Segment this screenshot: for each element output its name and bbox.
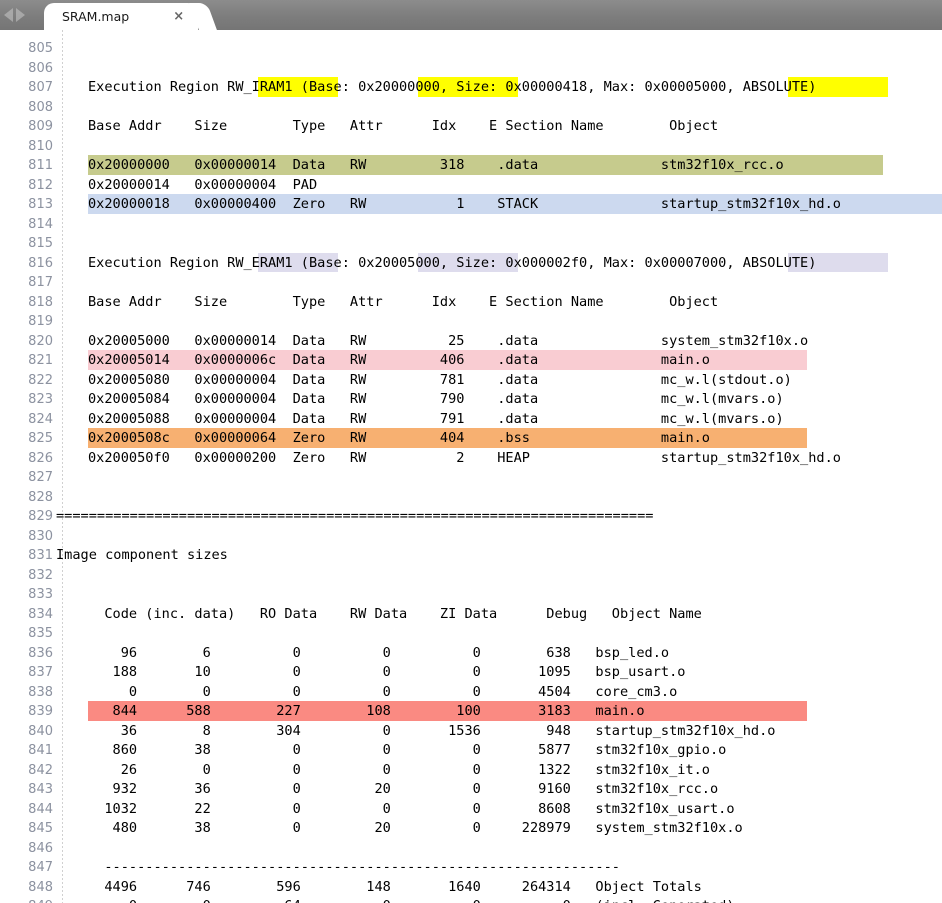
code-line[interactable] <box>0 98 88 118</box>
code-line[interactable] <box>0 527 88 547</box>
code-line[interactable]: Base Addr Size Type Attr Idx E Section N… <box>0 293 718 313</box>
code-line[interactable]: 932 36 0 20 0 9160 stm32f10x_rcc.o <box>0 780 719 800</box>
code-line-text: 860 38 0 0 0 5877 stm32f10x_gpio.o <box>88 742 727 758</box>
tab-label: SRAM.map <box>62 9 130 24</box>
code-line[interactable]: 188 10 0 0 0 1095 bsp_usart.o <box>0 663 686 683</box>
code-line[interactable]: Execution Region RW_IRAM1 (Base: 0x20000… <box>0 78 816 98</box>
code-line[interactable] <box>0 468 88 488</box>
tab-nav-arrows[interactable] <box>4 6 48 24</box>
code-line-text: 1032 22 0 0 0 8608 stm32f10x_usart.o <box>88 800 735 817</box>
tab-bar: SRAM.map × <box>0 0 942 30</box>
code-line[interactable]: Execution Region RW_ERAM1 (Base: 0x20005… <box>0 254 816 274</box>
code-line-text: Code (inc. data) RO Data RW Data ZI Data… <box>88 605 702 622</box>
code-line-text: Execution Region RW_IRAM1 (Base: 0x20000… <box>88 79 817 95</box>
triangle-left-icon[interactable] <box>4 8 13 22</box>
code-line[interactable] <box>0 488 88 508</box>
code-line[interactable]: 480 38 0 20 0 228979 system_stm32f10x.o <box>0 819 743 839</box>
code-line[interactable] <box>0 273 88 293</box>
code-line-text: 0x20005000 0x00000014 Data RW 25 .data s… <box>88 332 809 349</box>
code-line-text: Base Addr Size Type Attr Idx E Section N… <box>88 293 719 310</box>
code-line-text: 0x200050f0 0x00000200 Zero RW 2 HEAP sta… <box>88 449 841 466</box>
code-line-text: 844 588 227 108 100 3183 main.o <box>88 703 645 719</box>
code-line-text: 0x20000018 0x00000400 Zero RW 1 STACK st… <box>88 196 841 212</box>
code-line[interactable]: ----------------------------------------… <box>0 858 620 878</box>
code-line[interactable] <box>0 137 88 157</box>
code-line[interactable] <box>0 215 88 235</box>
code-line[interactable]: 0x20005084 0x00000004 Data RW 790 .data … <box>0 390 784 410</box>
code-line[interactable]: 4496 746 596 148 1640 264314 Object Tota… <box>0 878 702 898</box>
code-line[interactable]: 0x20000018 0x00000400 Zero RW 1 STACK st… <box>0 195 841 215</box>
code-line-text: 0x20005014 0x0000006c Data RW 406 .data … <box>88 352 710 368</box>
code-line[interactable]: 36 8 304 0 1536 948 startup_stm32f10x_hd… <box>0 722 776 742</box>
code-line[interactable]: 0 0 64 0 0 0 (incl. Generated) <box>0 897 735 903</box>
code-line-text: 0x2000508c 0x00000064 Zero RW 404 .bss m… <box>88 430 710 446</box>
code-line[interactable]: 0x20000000 0x00000014 Data RW 318 .data … <box>0 156 784 176</box>
code-line[interactable]: 96 6 0 0 0 638 bsp_led.o <box>0 644 669 664</box>
code-line-text: Base Addr Size Type Attr Idx E Section N… <box>88 118 719 134</box>
code-line-text: 0x20005080 0x00000004 Data RW 781 .data … <box>88 371 792 388</box>
code-line-text: 188 10 0 0 0 1095 bsp_usart.o <box>88 664 686 680</box>
code-line[interactable] <box>0 624 88 644</box>
code-line-text: 0 0 0 0 0 4504 core_cm3.o <box>88 683 678 700</box>
code-line[interactable] <box>0 585 88 605</box>
code-line[interactable]: 0x20005080 0x00000004 Data RW 781 .data … <box>0 371 792 391</box>
code-line[interactable]: 0x2000508c 0x00000064 Zero RW 404 .bss m… <box>0 429 710 449</box>
code-line[interactable]: 0 0 0 0 0 4504 core_cm3.o <box>0 683 677 703</box>
code-line-text: 0 0 64 0 0 0 (incl. Generated) <box>0 897 735 903</box>
code-line-text: ========================================… <box>56 508 654 524</box>
code-line-text: Execution Region RW_ERAM1 (Base: 0x20005… <box>88 254 817 271</box>
code-line-text: 932 36 0 20 0 9160 stm32f10x_rcc.o <box>88 781 719 797</box>
code-line[interactable] <box>0 39 88 59</box>
code-line[interactable]: Code (inc. data) RO Data RW Data ZI Data… <box>0 605 702 625</box>
code-line[interactable]: 0x20000014 0x00000004 PAD <box>0 176 317 196</box>
code-line-text: 36 8 304 0 1536 948 startup_stm32f10x_hd… <box>88 722 776 739</box>
code-line[interactable]: 0x20005014 0x0000006c Data RW 406 .data … <box>0 351 710 371</box>
code-line-text: 0x20000014 0x00000004 PAD <box>88 176 318 193</box>
code-line[interactable] <box>0 312 88 332</box>
editor-area[interactable]: 805 806 807 808 809 810 811 812 813 814 815 816 817 8… <box>0 30 942 903</box>
code-line[interactable]: 860 38 0 0 0 5877 stm32f10x_gpio.o <box>0 741 727 761</box>
code-line[interactable]: 1032 22 0 0 0 8608 stm32f10x_usart.o <box>0 800 735 820</box>
code-line[interactable]: 844 588 227 108 100 3183 main.o <box>0 702 645 722</box>
code-line-text: 0x20000000 0x00000014 Data RW 318 .data … <box>88 157 784 173</box>
code-line[interactable] <box>0 234 88 254</box>
code-line[interactable]: Base Addr Size Type Attr Idx E Section N… <box>0 117 718 137</box>
code-line[interactable]: 0x20005000 0x00000014 Data RW 25 .data s… <box>0 332 808 352</box>
code-line[interactable]: Image component sizes <box>0 546 228 566</box>
code-line-text: 96 6 0 0 0 638 bsp_led.o <box>88 644 670 661</box>
code-line-text: 26 0 0 0 0 1322 stm32f10x_it.o <box>88 761 710 778</box>
tab-sram-map[interactable]: SRAM.map × <box>44 3 199 30</box>
code-line-text: 4496 746 596 148 1640 264314 Object Tota… <box>88 878 702 895</box>
code-line[interactable]: 0x20005088 0x00000004 Data RW 791 .data … <box>0 410 784 430</box>
code-line[interactable]: 26 0 0 0 0 1322 stm32f10x_it.o <box>0 761 710 781</box>
code-line[interactable] <box>0 59 88 79</box>
code-line-text: ----------------------------------------… <box>88 859 620 875</box>
code-content[interactable]: Execution Region RW_IRAM1 (Base: 0x20000… <box>0 30 942 903</box>
close-icon[interactable]: × <box>173 10 184 23</box>
code-line[interactable] <box>0 839 88 859</box>
code-line-text: 0x20005088 0x00000004 Data RW 791 .data … <box>88 410 784 427</box>
code-line-text: Image component sizes <box>56 547 228 563</box>
triangle-right-icon[interactable] <box>16 8 25 22</box>
code-line-text: 0x20005084 0x00000004 Data RW 790 .data … <box>88 391 784 407</box>
code-line[interactable]: 0x200050f0 0x00000200 Zero RW 2 HEAP sta… <box>0 449 841 469</box>
code-line[interactable] <box>0 566 88 586</box>
code-line[interactable]: ========================================… <box>0 507 653 527</box>
code-line-text: 480 38 0 20 0 228979 system_stm32f10x.o <box>88 820 743 836</box>
